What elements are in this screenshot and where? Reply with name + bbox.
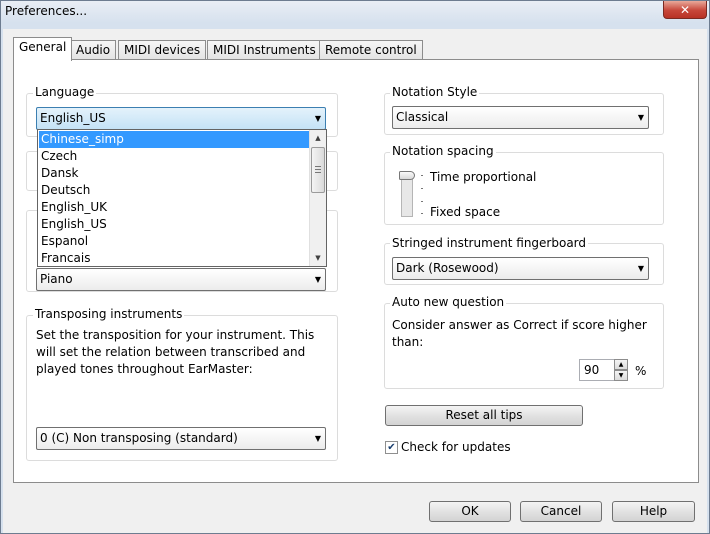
spacing-top-label: Time proportional bbox=[430, 170, 537, 184]
notation-spacing-group: Time proportional Fixed space bbox=[384, 152, 664, 225]
transposing-label: Transposing instruments bbox=[33, 307, 185, 321]
close-icon: ✕ bbox=[679, 2, 691, 17]
grip-line bbox=[315, 169, 321, 170]
language-option[interactable]: Francais bbox=[39, 250, 309, 267]
chevron-down-icon: ▼ bbox=[314, 434, 321, 443]
notation-spacing-label: Notation spacing bbox=[390, 144, 496, 158]
checkmark-icon: ✔ bbox=[387, 442, 396, 453]
language-option[interactable]: Dansk bbox=[39, 165, 309, 182]
chevron-down-icon: ▼ bbox=[637, 264, 644, 273]
language-dropdown-list[interactable]: Chinese_simp Czech Dansk Deutsch English… bbox=[37, 129, 327, 267]
transposing-value: 0 (C) Non transposing (standard) bbox=[40, 431, 238, 445]
tab-remote-control[interactable]: Remote control bbox=[319, 40, 423, 60]
scrollbar-thumb[interactable] bbox=[311, 147, 325, 193]
spacing-slider-track[interactable] bbox=[401, 175, 413, 217]
spacing-slider-thumb[interactable] bbox=[399, 171, 415, 180]
score-threshold-input[interactable]: 90 bbox=[579, 359, 615, 381]
auto-question-label: Auto new question bbox=[390, 295, 507, 309]
list-scrollbar[interactable]: ▲ ▼ bbox=[309, 130, 326, 266]
language-option[interactable]: Espanol bbox=[39, 233, 309, 250]
tab-midi-devices[interactable]: MIDI devices bbox=[118, 40, 207, 60]
language-option[interactable]: English_US bbox=[39, 216, 309, 233]
grip-line bbox=[315, 166, 321, 167]
check-updates-checkbox[interactable]: ✔ bbox=[385, 441, 398, 454]
fingerboard-value: Dark (Rosewood) bbox=[396, 261, 499, 275]
preferences-window: Preferences... ✕ General Audio MIDI devi… bbox=[0, 0, 710, 534]
transposing-select[interactable]: 0 (C) Non transposing (standard) ▼ bbox=[36, 427, 326, 450]
notation-style-value: Classical bbox=[396, 110, 449, 124]
fingerboard-label: Stringed instrument fingerboard bbox=[390, 236, 589, 250]
slider-tick bbox=[421, 201, 423, 202]
cancel-button[interactable]: Cancel bbox=[520, 501, 602, 522]
language-value: English_US bbox=[40, 111, 106, 125]
help-button[interactable]: Help bbox=[612, 501, 695, 522]
auto-question-description: Consider answer as Correct if score high… bbox=[392, 318, 647, 349]
slider-tick bbox=[421, 188, 423, 189]
language-option[interactable]: Deutsch bbox=[39, 182, 309, 199]
scroll-up-icon[interactable]: ▲ bbox=[310, 130, 326, 146]
language-select[interactable]: English_US ▼ bbox=[36, 107, 326, 130]
check-updates-label[interactable]: Check for updates bbox=[401, 440, 511, 454]
notation-style-label: Notation Style bbox=[390, 85, 480, 99]
transposing-description: Set the transposition for your instrumen… bbox=[36, 328, 315, 376]
tab-general[interactable]: General bbox=[13, 37, 73, 61]
close-button[interactable]: ✕ bbox=[663, 1, 707, 19]
auto-question-group: Consider answer as Correct if score high… bbox=[384, 303, 664, 389]
spin-up-button[interactable]: ▲ bbox=[614, 359, 628, 370]
language-label: Language bbox=[33, 85, 97, 99]
language-option[interactable]: English_UK bbox=[39, 199, 309, 216]
slider-tick bbox=[421, 213, 423, 214]
instrument-value: Piano bbox=[40, 272, 73, 286]
general-panel: Language English_US ▼ Piano ▼ Transposin… bbox=[13, 59, 699, 483]
reset-tips-button[interactable]: Reset all tips bbox=[385, 405, 583, 426]
spacing-bottom-label: Fixed space bbox=[430, 205, 501, 219]
grip-line bbox=[315, 172, 321, 173]
notation-style-select[interactable]: Classical ▼ bbox=[392, 106, 649, 129]
chevron-down-icon: ▼ bbox=[314, 275, 321, 284]
title-bar[interactable]: Preferences... ✕ bbox=[1, 1, 709, 29]
language-option[interactable]: Chinese_simp bbox=[39, 131, 309, 148]
tab-audio[interactable]: Audio bbox=[70, 40, 117, 60]
chevron-down-icon: ▼ bbox=[314, 114, 321, 123]
tab-midi-instruments[interactable]: MIDI Instruments bbox=[207, 40, 322, 60]
fingerboard-select[interactable]: Dark (Rosewood) ▼ bbox=[392, 257, 649, 280]
instrument-select[interactable]: Piano ▼ bbox=[36, 268, 326, 291]
language-option[interactable]: Czech bbox=[39, 148, 309, 165]
percent-unit: % bbox=[635, 364, 647, 378]
ok-button[interactable]: OK bbox=[429, 501, 511, 522]
window-title: Preferences... bbox=[5, 4, 88, 18]
chevron-down-icon: ▼ bbox=[637, 113, 644, 122]
slider-tick bbox=[421, 175, 423, 176]
scroll-down-icon[interactable]: ▼ bbox=[310, 250, 326, 266]
spin-down-button[interactable]: ▼ bbox=[614, 370, 628, 381]
dialog-client: General Audio MIDI devices MIDI Instrume… bbox=[3, 29, 707, 533]
